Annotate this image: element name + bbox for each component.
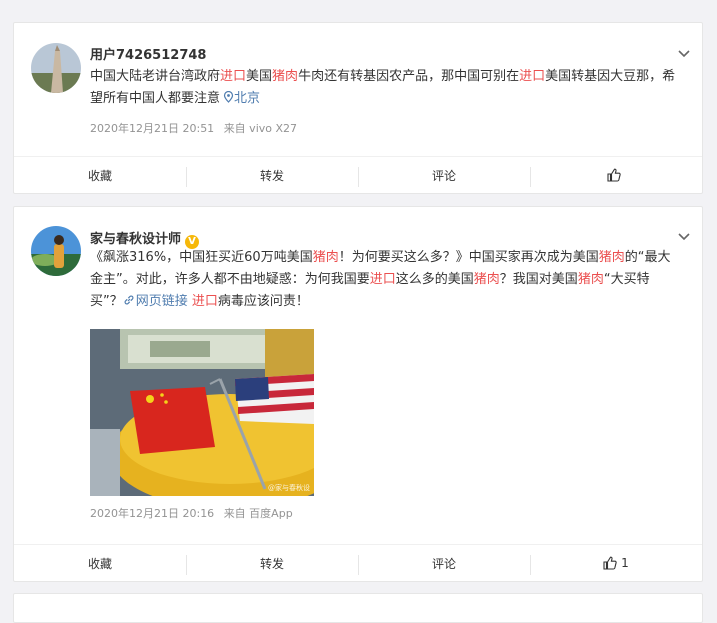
post-text: 《飙涨316%，中国狂买近60万吨美国猪肉！为何要买这么多？》中国买家再次成为美… [90, 247, 680, 313]
location-link[interactable]: 北京 [234, 91, 260, 106]
text-segment: 《飙涨316%，中国狂买近60万吨美国 [90, 250, 313, 265]
source: 来自 百度App [223, 507, 293, 520]
keyword-highlight: 猪肉 [598, 250, 625, 265]
post-text: 中国大陆老讲台湾政府进口美国猪肉牛肉还有转基因农产品，那中国可别在进口美国转基因… [90, 66, 680, 110]
like-button[interactable]: 1 [530, 545, 702, 581]
text-segment: 这么多的美国 [395, 272, 474, 287]
image-watermark: @家与春秋设 [268, 484, 310, 492]
keyword-highlight: 进口 [191, 294, 218, 309]
chevron-down-icon[interactable] [678, 47, 690, 59]
repost-button[interactable]: 转发 [186, 545, 358, 581]
chevron-down-icon[interactable] [678, 230, 690, 242]
like-count: 1 [621, 556, 629, 570]
username-text: 家与春秋设计师 [90, 232, 182, 247]
favorite-button[interactable]: 收藏 [14, 157, 186, 193]
repost-label: 转发 [259, 168, 284, 183]
action-bar: 收藏 转发 评论 [14, 156, 702, 193]
favorite-label: 收藏 [87, 556, 112, 571]
username[interactable]: 用户7426512748 [90, 44, 206, 63]
keyword-highlight: 进口 [220, 69, 247, 84]
repost-button[interactable]: 转发 [186, 157, 358, 193]
repost-label: 转发 [259, 556, 284, 571]
keyword-highlight: 猪肉 [312, 250, 339, 265]
web-link[interactable]: 网页链接 [123, 294, 188, 309]
post-card: 用户7426512748 中国大陆老讲台湾政府进口美国猪肉牛肉还有转基因农产品，… [13, 22, 703, 194]
avatar[interactable] [31, 43, 81, 93]
keyword-highlight: 猪肉 [577, 272, 604, 287]
like-button[interactable] [530, 157, 702, 193]
keyword-highlight: 进口 [369, 272, 396, 287]
web-link-label: 网页链接 [135, 294, 188, 309]
location-pin-icon [223, 90, 234, 103]
text-segment: 病毒应该问责！ [217, 294, 309, 309]
comment-label: 评论 [431, 556, 456, 571]
action-bar: 收藏 转发 评论 1 [14, 544, 702, 581]
post-meta: 2020年12月21日 20:51 来自 vivo X27 [90, 120, 303, 136]
post-card [13, 593, 703, 623]
text-segment: ？我国对美国 [499, 272, 578, 287]
text-segment: 中国大陆老讲台湾政府 [90, 69, 221, 84]
comment-label: 评论 [431, 168, 456, 183]
comment-button[interactable]: 评论 [358, 545, 530, 581]
avatar[interactable] [31, 226, 81, 276]
favorite-button[interactable]: 收藏 [14, 545, 186, 581]
comment-button[interactable]: 评论 [358, 157, 530, 193]
post-meta: 2020年12月21日 20:16 来自 百度App [90, 505, 299, 521]
favorite-label: 收藏 [87, 168, 112, 183]
text-segment: ！为何要买这么多？》中国买家再次成为美国 [338, 250, 599, 265]
text-segment: 美国 [246, 69, 273, 84]
thumbs-up-icon [603, 556, 617, 570]
timestamp[interactable]: 2020年12月21日 20:51 [90, 122, 214, 135]
link-icon [124, 295, 134, 305]
post-image[interactable] [90, 329, 314, 496]
text-segment: 牛肉还有转基因农产品，那中国可别在 [298, 69, 520, 84]
timestamp[interactable]: 2020年12月21日 20:16 [90, 507, 214, 520]
thumbs-up-icon [607, 168, 621, 182]
keyword-highlight: 猪肉 [272, 69, 299, 84]
username[interactable]: 家与春秋设计师 V [90, 228, 200, 249]
keyword-highlight: 进口 [519, 69, 546, 84]
source: 来自 vivo X27 [223, 122, 298, 135]
keyword-highlight: 猪肉 [473, 272, 500, 287]
post-card: 家与春秋设计师 V 《飙涨316%，中国狂买近60万吨美国猪肉！为何要买这么多？》… [13, 206, 703, 582]
